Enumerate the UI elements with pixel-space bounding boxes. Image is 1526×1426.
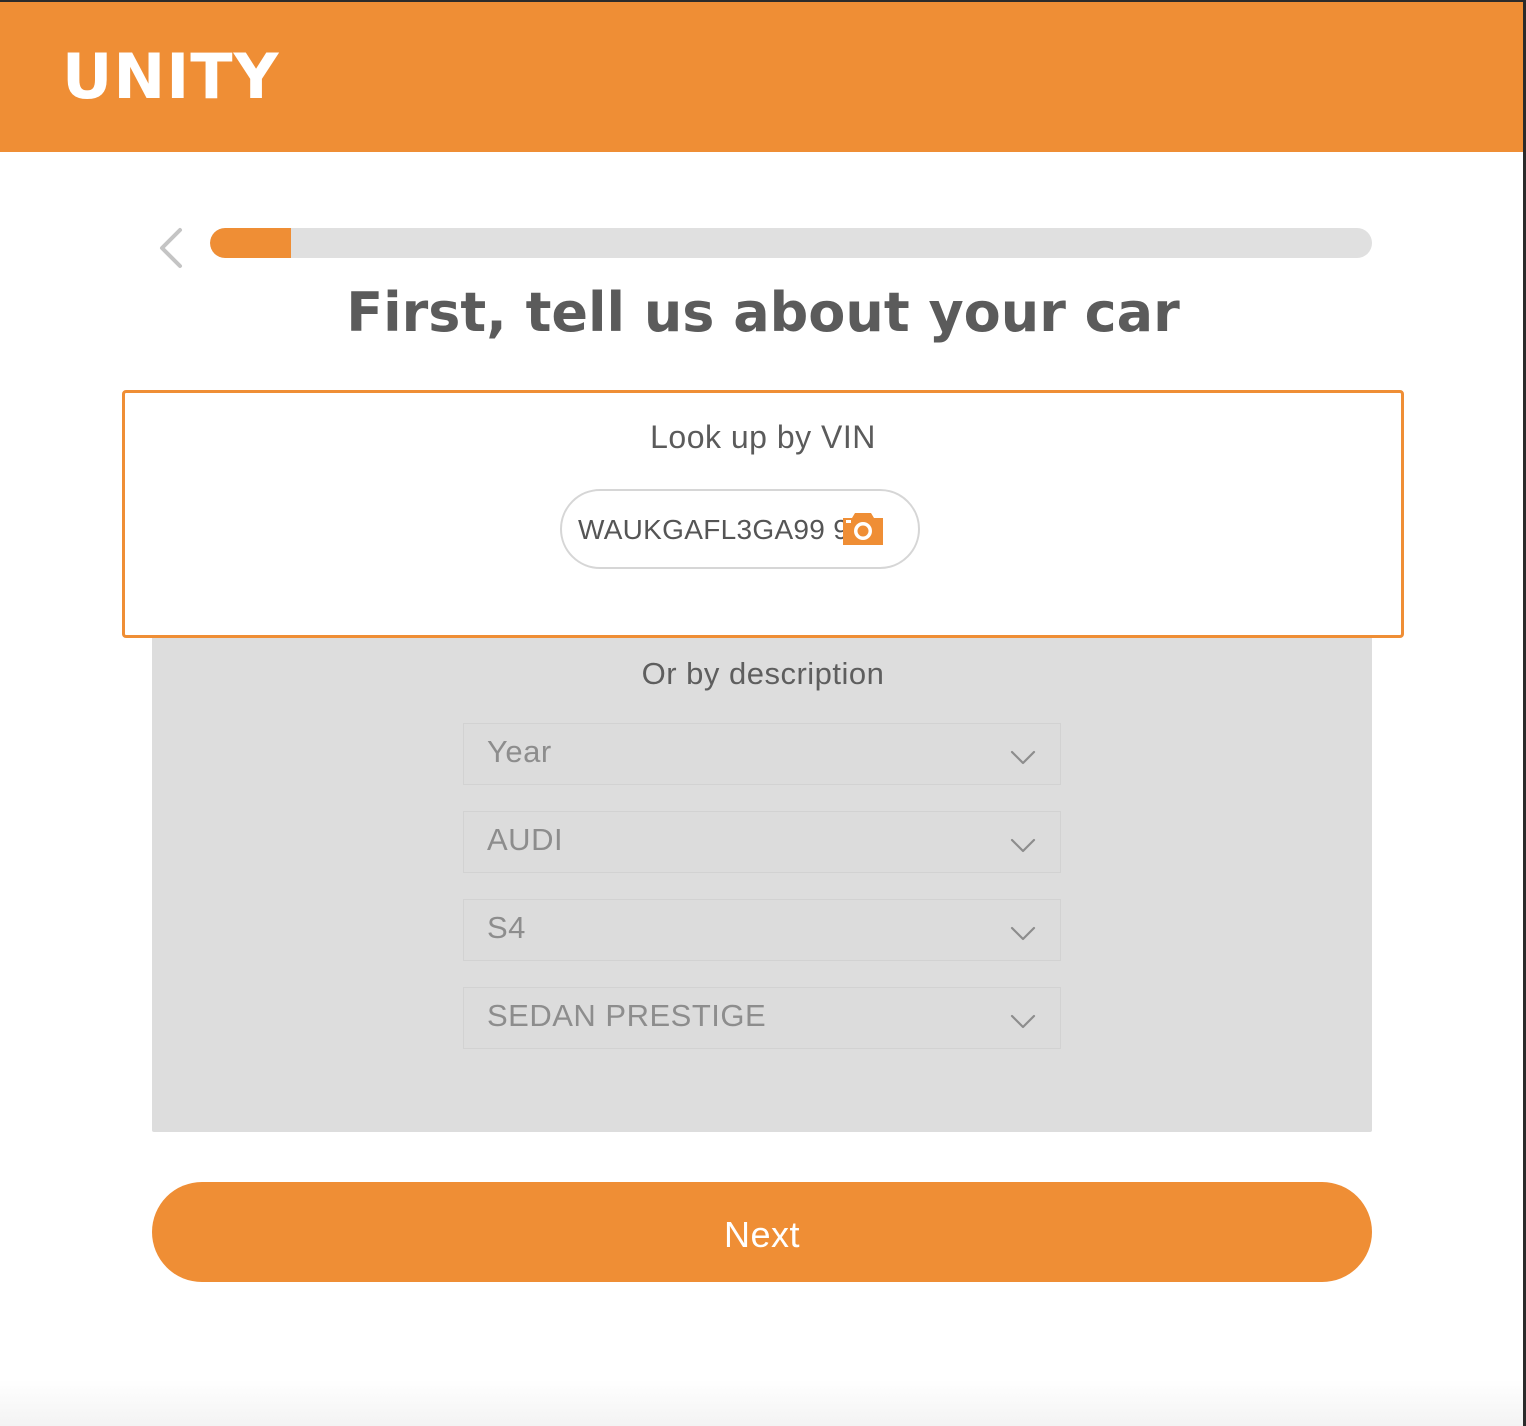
vin-lookup-card: Look up by VIN WAUKGAFL3GA99 9 9 <box>122 390 1404 638</box>
back-button[interactable] <box>150 224 194 272</box>
camera-scan-button[interactable] <box>841 509 885 547</box>
chevron-down-icon <box>1010 838 1036 853</box>
bottom-shadow <box>0 1380 1523 1426</box>
model-select[interactable]: S4 <box>463 899 1061 961</box>
description-label: Or by description <box>641 656 885 691</box>
vin-input-value[interactable]: WAUKGAFL3GA99 9 9 <box>578 491 873 567</box>
camera-icon <box>843 513 883 545</box>
next-button-label: Next <box>723 1214 801 1255</box>
chevron-down-icon <box>1010 750 1036 765</box>
page: UNITY First, tell us about your car Look… <box>0 0 1526 1426</box>
make-select[interactable]: AUDI <box>463 811 1061 873</box>
vin-input[interactable]: WAUKGAFL3GA99 9 9 <box>560 489 920 569</box>
trim-select-value: SEDAN PRESTIGE <box>487 998 767 1033</box>
progress-bar <box>210 228 1372 258</box>
vin-lookup-label: Look up by VIN <box>650 419 876 455</box>
make-select-value: AUDI <box>487 822 564 857</box>
chevron-left-icon <box>160 228 182 268</box>
page-title: First, tell us about your car <box>346 281 1180 344</box>
progress-bar-fill <box>210 228 292 258</box>
model-select-value: S4 <box>487 910 526 945</box>
trim-select[interactable]: SEDAN PRESTIGE <box>463 987 1061 1049</box>
year-select[interactable]: Year <box>463 723 1061 785</box>
year-select-value: Year <box>487 734 552 769</box>
chevron-down-icon <box>1010 1014 1036 1029</box>
chevron-down-icon <box>1010 926 1036 941</box>
app-header: UNITY <box>0 2 1523 152</box>
next-button[interactable]: Next <box>152 1182 1372 1282</box>
app-logo[interactable]: UNITY <box>62 42 280 112</box>
